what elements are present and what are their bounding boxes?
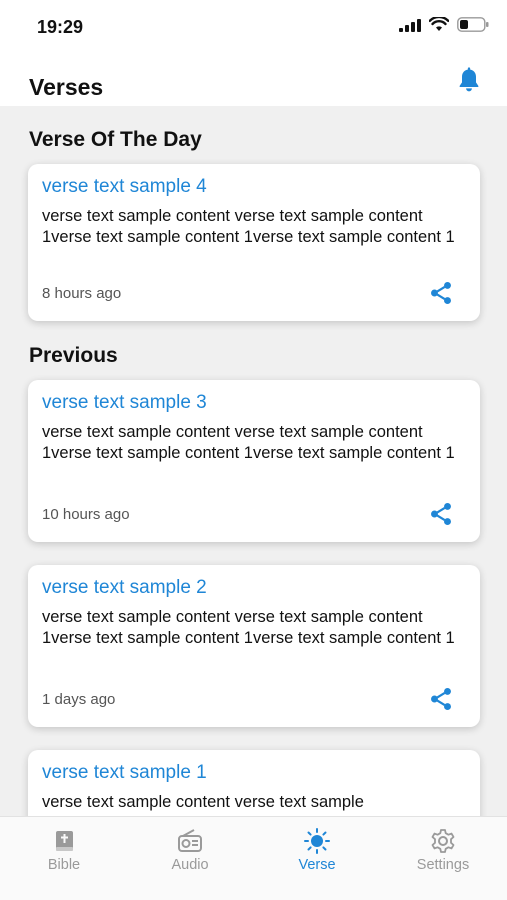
- tab-audio[interactable]: Audio: [140, 827, 240, 873]
- battery-icon: [457, 17, 489, 32]
- verse-title: verse text sample 1: [42, 762, 207, 783]
- book-icon: [56, 831, 73, 851]
- radio-icon: [178, 829, 202, 852]
- tab-label: Audio: [171, 857, 209, 873]
- verse-title: verse text sample 4: [42, 176, 207, 197]
- page-header: Verses: [0, 56, 507, 106]
- tab-verse[interactable]: Verse: [267, 827, 367, 873]
- tab-settings[interactable]: Settings: [393, 827, 493, 873]
- tab-label: Verse: [298, 857, 336, 873]
- status-time: 19:29: [37, 17, 84, 37]
- verse-content: verse text sample content verse text sam…: [42, 423, 455, 462]
- verse-title: verse text sample 3: [42, 392, 207, 413]
- sun-icon: [304, 828, 330, 854]
- verse-card[interactable]: verse text sample 2 verse text sample co…: [28, 565, 480, 727]
- verse-timestamp: 1 days ago: [42, 691, 116, 708]
- cellular-signal-icon: [399, 18, 421, 32]
- verse-content: verse text sample content verse text sam…: [42, 207, 455, 246]
- verse-title: verse text sample 2: [42, 577, 207, 598]
- verse-card[interactable]: verse text sample 4 verse text sample co…: [28, 164, 480, 321]
- status-bar: 19:29: [0, 0, 507, 56]
- share-icon[interactable]: [428, 501, 454, 527]
- bell-icon[interactable]: [455, 66, 483, 94]
- section-title-previous: Previous: [29, 344, 118, 367]
- verse-list[interactable]: Verse Of The Day verse text sample 4 ver…: [0, 106, 507, 816]
- share-icon[interactable]: [428, 280, 454, 306]
- status-icons: [399, 17, 489, 32]
- gear-icon: [431, 829, 455, 853]
- tab-label: Bible: [47, 857, 81, 873]
- tab-bible[interactable]: Bible: [14, 827, 114, 873]
- section-title-verse-of-the-day: Verse Of The Day: [29, 128, 202, 151]
- tab-label: Settings: [416, 857, 470, 873]
- verse-timestamp: 8 hours ago: [42, 285, 122, 302]
- verse-card[interactable]: verse text sample 1 verse text sample co…: [28, 750, 480, 816]
- wifi-icon: [429, 17, 449, 31]
- share-icon[interactable]: [428, 686, 454, 712]
- verse-card[interactable]: verse text sample 3 verse text sample co…: [28, 380, 480, 542]
- page-title: Verses: [29, 74, 104, 100]
- verse-content: verse text sample content verse text sam…: [42, 608, 455, 647]
- tab-bar: Bible Audio Verse Settings: [0, 816, 507, 900]
- verse-timestamp: 10 hours ago: [42, 506, 130, 523]
- verse-content: verse text sample content verse text sam…: [42, 793, 364, 811]
